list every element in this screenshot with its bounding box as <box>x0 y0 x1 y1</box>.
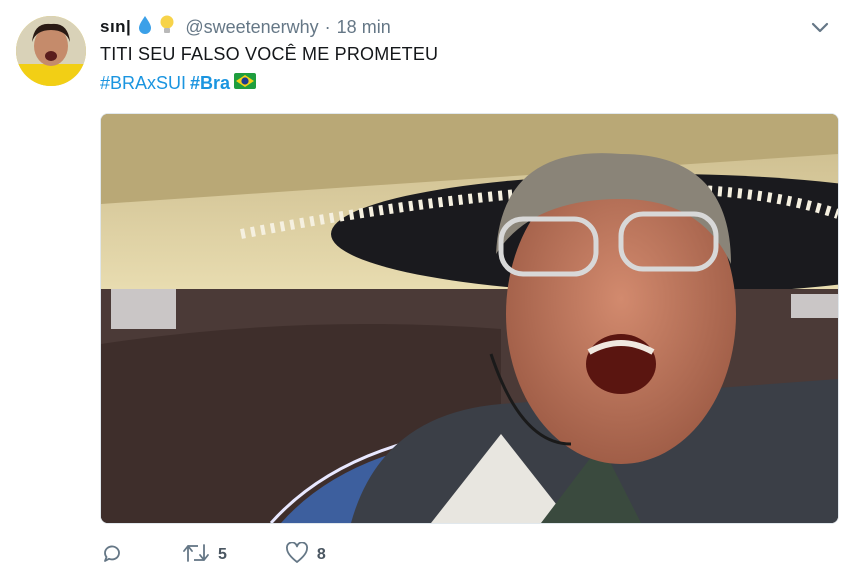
retweet-count: 5 <box>218 546 227 563</box>
like-button[interactable]: 8 <box>285 541 326 569</box>
reply-icon <box>100 541 124 570</box>
like-count: 8 <box>316 546 326 563</box>
tweet-text: TITI SEU FALSO VOCÊ ME PROMETEU <box>100 44 439 64</box>
tweet-media-image[interactable] <box>100 113 839 524</box>
display-name[interactable]: sın| <box>100 17 131 37</box>
droplet-icon <box>137 15 153 40</box>
hashtag-link[interactable]: #BRAxSUI <box>100 73 186 94</box>
tweet-card: sın| @sweetenerwhy · 18 min TITI SEU FAL… <box>0 0 850 584</box>
reply-button[interactable] <box>100 541 124 570</box>
retweet-icon <box>182 542 210 569</box>
tweet-actions: 5 8 <box>100 540 384 570</box>
heart-icon <box>285 541 309 569</box>
tweet-header: sın| @sweetenerwhy · 18 min <box>100 14 790 40</box>
meta-separator: · <box>324 16 331 37</box>
chevron-down-icon[interactable] <box>808 16 832 40</box>
brazil-flag-icon <box>234 73 257 94</box>
tweet-hashtags: #BRAxSUI #Bra <box>100 73 257 94</box>
hashtag-link[interactable]: #Bra <box>190 73 230 94</box>
avatar[interactable] <box>16 16 86 86</box>
user-handle[interactable]: @sweetenerwhy <box>185 17 318 38</box>
retweet-button[interactable]: 5 <box>182 542 227 569</box>
tweet-timestamp[interactable]: 18 min <box>337 17 391 38</box>
lightbulb-icon <box>159 14 175 41</box>
